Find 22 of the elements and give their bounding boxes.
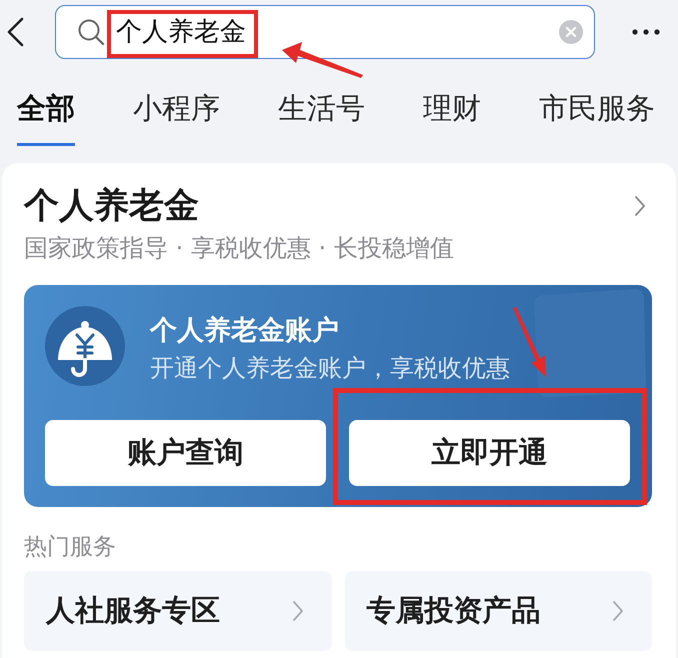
- service-tile[interactable]: 人社服务专区: [24, 571, 332, 651]
- action-button[interactable]: 账户查询: [45, 420, 326, 486]
- search-icon: [77, 19, 105, 45]
- service-tile[interactable]: 专属投资产品: [344, 571, 652, 651]
- tab[interactable]: 市民服务: [539, 64, 655, 146]
- tab[interactable]: 理财: [423, 64, 481, 146]
- chevron-right-icon: [292, 600, 304, 622]
- search-field[interactable]: 个人养老金: [55, 5, 595, 59]
- section-heading: 热门服务: [24, 533, 117, 561]
- chevron-right-icon[interactable]: [634, 195, 646, 217]
- umbrella-icon: [45, 306, 125, 386]
- card-subtitle: 国家政策指导 · 享税收优惠 · 长投稳增值: [24, 233, 455, 263]
- panel-description: 开通个人养老金账户，享税收优惠: [150, 353, 510, 384]
- tab[interactable]: 全部: [17, 64, 75, 146]
- tab[interactable]: 小程序: [133, 64, 220, 146]
- more-icon[interactable]: [632, 29, 660, 35]
- panel-title: 个人养老金账户: [150, 314, 340, 348]
- action-button[interactable]: 立即开通: [349, 420, 630, 486]
- tab[interactable]: 生活号: [278, 64, 365, 146]
- back-icon[interactable]: [6, 17, 24, 47]
- card-title: 个人养老金: [24, 185, 199, 227]
- chevron-right-icon: [612, 600, 624, 622]
